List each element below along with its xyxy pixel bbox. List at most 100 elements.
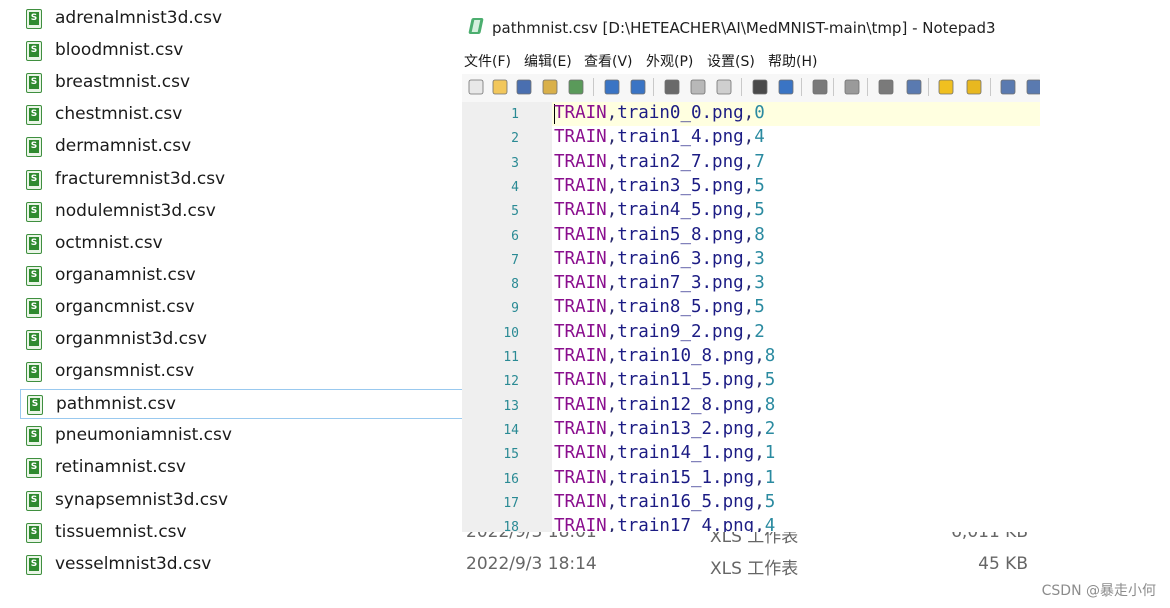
line-number: 7	[511, 252, 519, 268]
csv-label-value: 0	[754, 103, 765, 123]
code-line[interactable]: TRAIN,train8_5.png,5	[554, 297, 765, 317]
csv-label-value: 1	[764, 467, 776, 488]
comma-separator: ,	[754, 346, 765, 366]
csv-split-value: TRAIN	[554, 297, 607, 318]
comma-separator: ,	[754, 418, 765, 439]
comma-separator: ,	[743, 321, 755, 342]
file-name: breastmnist.csv	[55, 72, 191, 93]
code-line[interactable]: TRAIN,train12_8.png,8	[554, 395, 775, 415]
csv-filename-value: train13_2.png	[617, 418, 755, 439]
notepad3-window[interactable]: pathmnist.csv [D:\HETEACHER\AI\MedMNIST-…	[462, 8, 1040, 532]
print-icon[interactable]	[566, 77, 586, 97]
code-line[interactable]: TRAIN,train13_2.png,2	[554, 419, 775, 439]
file-date: 2022/9/3 18:14	[466, 553, 597, 574]
file-size: 45 KB	[978, 553, 1028, 574]
comma-separator: ,	[606, 175, 618, 196]
file-name: synapsemnist3d.csv	[55, 489, 229, 510]
title-bar[interactable]: pathmnist.csv [D:\HETEACHER\AI\MedMNIST-…	[462, 8, 1040, 46]
csv-filename-value: train4_5.png	[617, 200, 744, 221]
file-type: XLS 工作表	[710, 558, 799, 579]
csv-file-icon	[26, 426, 42, 447]
comma-separator: ,	[606, 103, 618, 123]
copy-icon[interactable]	[688, 77, 708, 97]
comma-separator: ,	[754, 394, 765, 415]
line-number: 11	[503, 350, 519, 365]
csv-file-icon	[27, 395, 43, 416]
editor-area[interactable]: 1 2 3 4 5 6 7 8 9 10 11 12 13 14 15 16 17 18 TRAIN,train0…	[462, 102, 1040, 532]
csv-split-value: TRAIN	[554, 248, 607, 269]
line-number: 15	[503, 447, 519, 463]
comma-separator: ,	[754, 467, 765, 488]
comma-separator: ,	[606, 370, 618, 391]
comma-separator: ,	[606, 321, 618, 342]
code-line[interactable]: TRAIN,train1_4.png,4	[554, 127, 765, 147]
undo-icon[interactable]	[602, 77, 622, 97]
add-favorite-icon[interactable]	[964, 77, 984, 97]
csv-filename-value: train0_0.png	[617, 103, 744, 123]
code-line[interactable]: TRAIN,train3_5.png,5	[554, 176, 765, 196]
code-line[interactable]: TRAIN,train17_4.png,4	[554, 516, 775, 532]
csv-split-value: TRAIN	[554, 516, 607, 532]
code-line[interactable]: TRAIN,train5_8.png,8	[554, 225, 765, 245]
code-line[interactable]: TRAIN,train11_5.png,5	[554, 370, 775, 390]
line-number: 9	[511, 301, 519, 317]
code-line[interactable]: TRAIN,train6_3.png,3	[554, 249, 765, 269]
fullscreen-icon[interactable]	[842, 77, 862, 97]
find-icon[interactable]	[750, 77, 770, 97]
code-line[interactable]: TRAIN,train16_5.png,5	[554, 492, 775, 512]
save-as-icon[interactable]	[540, 77, 560, 97]
code-line[interactable]: TRAIN,train4_5.png,5	[554, 200, 765, 220]
csv-file-icon	[26, 201, 42, 222]
comma-separator: ,	[743, 273, 755, 294]
csv-file-icon	[26, 9, 42, 29]
code-line[interactable]: TRAIN,train2_7.png,7	[554, 152, 765, 172]
zoom-out-icon[interactable]	[1024, 77, 1040, 97]
code-line[interactable]: TRAIN,train7_3.png,3	[554, 273, 765, 293]
csv-filename-value: train15_1.png	[617, 467, 755, 488]
cut-icon[interactable]	[662, 77, 682, 97]
code-line[interactable]: TRAIN,train10_8.png,8	[554, 346, 775, 366]
csv-label-value: 4	[764, 516, 776, 532]
line-number: 17	[503, 495, 519, 511]
csv-label-value: 4	[754, 127, 765, 148]
menu-item[interactable]: 文件(F)	[464, 51, 511, 71]
open-folder-icon[interactable]	[490, 77, 510, 97]
zoom-in-icon[interactable]	[998, 77, 1018, 97]
comma-separator: ,	[606, 394, 618, 415]
comma-separator: ,	[743, 297, 755, 318]
menu-item[interactable]: 查看(V)	[584, 51, 633, 71]
file-row[interactable]: vesselmnist3d.csv 2022/9/3 18:14 XLS 工作表 45…	[20, 550, 1040, 580]
csdn-watermark: CSDN @暴走小何	[1041, 583, 1156, 599]
menu-item[interactable]: 外观(P)	[646, 51, 693, 71]
line-number: 4	[511, 179, 519, 195]
redo-icon[interactable]	[628, 77, 648, 97]
goto-icon[interactable]	[810, 77, 830, 97]
csv-split-value: TRAIN	[554, 175, 607, 196]
menu-item[interactable]: 编辑(E)	[524, 51, 572, 71]
favorite-star-icon[interactable]	[936, 77, 956, 97]
csv-label-value: 5	[764, 491, 776, 512]
notepad3-app-icon	[468, 18, 484, 34]
code-line[interactable]: TRAIN,train9_2.png,2	[554, 322, 765, 342]
csv-filename-value: train2_7.png	[617, 151, 744, 172]
file-name: tissuemnist.csv	[55, 521, 187, 542]
new-file-icon[interactable]	[466, 77, 486, 97]
code-line[interactable]: TRAIN,train0_0.png,0	[554, 103, 765, 123]
comma-separator: ,	[743, 127, 755, 148]
csv-file-icon	[26, 265, 42, 286]
comma-separator: ,	[754, 491, 765, 512]
line-number: 12	[503, 374, 519, 390]
code-line[interactable]: TRAIN,train15_1.png,1	[554, 468, 775, 488]
zoom-find-icon[interactable]	[904, 77, 924, 97]
menu-item[interactable]: 帮助(H)	[768, 51, 817, 71]
paste-icon[interactable]	[714, 77, 734, 97]
menu-item[interactable]: 设置(S)	[707, 51, 755, 71]
csv-label-value: 5	[754, 175, 765, 196]
toolbar-separator	[741, 78, 742, 96]
csv-split-value: TRAIN	[554, 103, 607, 123]
code-line[interactable]: TRAIN,train14_1.png,1	[554, 443, 775, 463]
schema-icon[interactable]	[876, 77, 896, 97]
replace-icon[interactable]	[776, 77, 796, 97]
csv-label-value: 5	[754, 200, 765, 221]
save-icon[interactable]	[514, 77, 534, 97]
